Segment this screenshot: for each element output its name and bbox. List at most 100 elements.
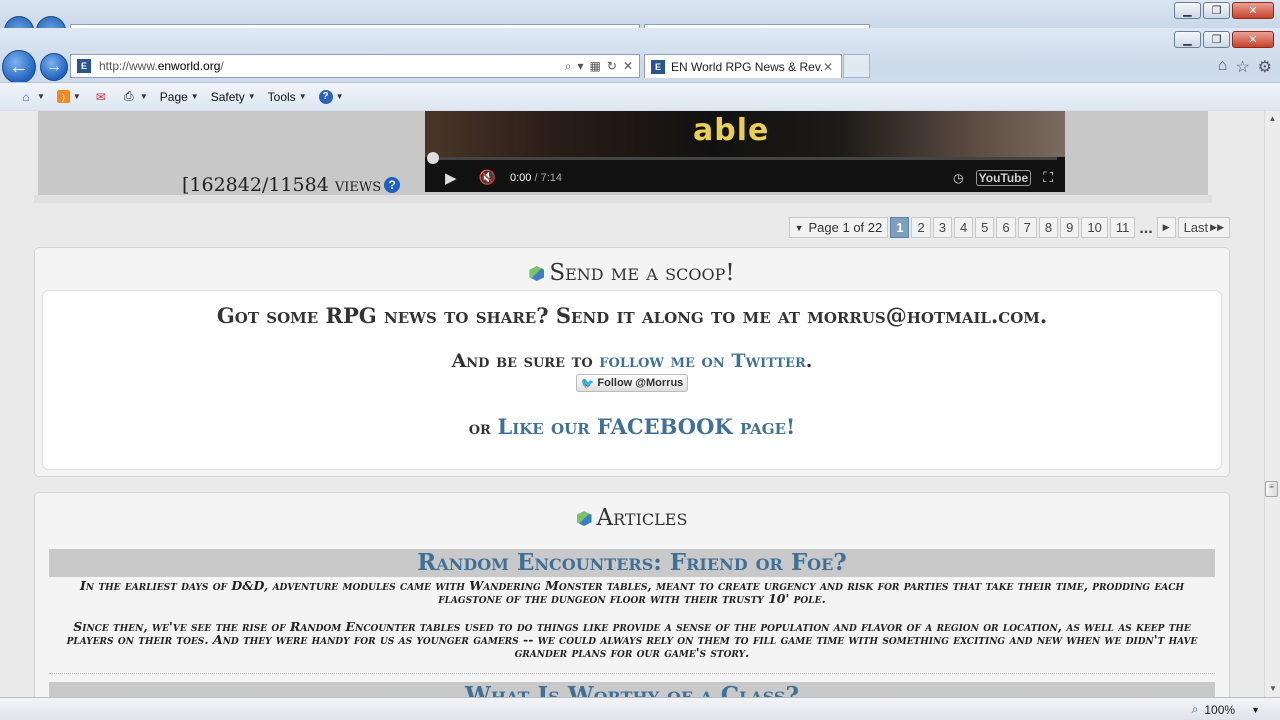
back-button[interactable]: ← bbox=[2, 50, 36, 84]
safety-menu-label: Safety bbox=[210, 89, 245, 104]
play-icon[interactable]: ▶ bbox=[445, 169, 457, 187]
url-domain: enworld.org bbox=[157, 59, 221, 73]
video-panel-shadow bbox=[34, 195, 1212, 203]
chevron-down-icon: ▼ bbox=[298, 92, 307, 101]
page-menu[interactable]: Page ▼ bbox=[160, 90, 199, 104]
article-divider bbox=[49, 673, 1215, 674]
chevron-down-icon: ▼ bbox=[139, 92, 148, 101]
volume-icon[interactable]: 🔇 bbox=[479, 169, 496, 186]
page-link[interactable]: 5 bbox=[975, 217, 995, 238]
page-link[interactable]: 2 bbox=[911, 217, 931, 238]
article-paragraph: Since then, we've see the rise of Random… bbox=[66, 619, 1198, 660]
new-tab-button[interactable] bbox=[843, 54, 870, 78]
page-link[interactable]: 8 bbox=[1038, 217, 1059, 238]
forward-arrow-icon: → bbox=[46, 58, 62, 75]
command-bar: ⌂ ▼ ) ▼ ✉ ⎙ ▼ Page ▼ Safety ▼ Tools ▼ ? ▼ bbox=[0, 82, 1280, 110]
help-icon[interactable]: ? bbox=[384, 177, 401, 193]
twitter-link[interactable]: follow me on Twitter bbox=[599, 350, 806, 372]
stop-icon[interactable]: ✕ bbox=[623, 59, 633, 74]
page-link[interactable]: 11 bbox=[1109, 217, 1136, 238]
background-window-controls: ▁ ❐ ✕ bbox=[1174, 2, 1274, 19]
double-chevron-right-icon: ▶▶ bbox=[1210, 222, 1224, 232]
twitter-line-suffix: . bbox=[805, 350, 813, 372]
facebook-link[interactable]: Like our FACEBOOK page! bbox=[497, 414, 795, 439]
mail-button[interactable]: ✉ bbox=[93, 89, 109, 105]
youtube-logo-icon[interactable]: YouTube bbox=[975, 169, 1032, 186]
refresh-icon[interactable]: ↻ bbox=[607, 59, 617, 74]
page-link[interactable]: 4 bbox=[953, 217, 974, 238]
home-icon[interactable]: ⌂ bbox=[1218, 57, 1228, 77]
last-page-button[interactable]: Last ▶▶ bbox=[1177, 217, 1230, 238]
address-bar[interactable]: E http://www.enworld.org/ ⌕ ▾ ▦ ↻ ✕ bbox=[70, 54, 640, 78]
watch-later-icon[interactable]: ◷ bbox=[953, 171, 963, 185]
scoop-content: Got some RPG news to share? Send it alon… bbox=[42, 290, 1222, 470]
chevron-right-icon: ▶ bbox=[1162, 222, 1170, 232]
scoop-heading: Send me a scoop! bbox=[35, 260, 1229, 290]
last-page-label: Last bbox=[1183, 220, 1209, 235]
next-page-button[interactable]: ▶ bbox=[1156, 217, 1176, 238]
chevron-down-icon: ▼ bbox=[794, 222, 804, 233]
video-progress-bar[interactable] bbox=[433, 157, 1057, 160]
zoom-magnifier-icon: ⌕ bbox=[1191, 702, 1199, 716]
search-icon[interactable]: ⌕ bbox=[565, 59, 572, 74]
twitter-bird-icon: 🐦 bbox=[580, 377, 595, 390]
page-link[interactable]: 1 bbox=[890, 217, 910, 238]
youtube-player[interactable]: able ▶ 🔇 0:00 / 7:14 ◷ YouTube ⛶ bbox=[425, 111, 1065, 192]
minimize-button[interactable]: ▁ bbox=[1174, 31, 1201, 48]
tab-favicon-icon: E bbox=[651, 59, 665, 74]
close-icon[interactable]: ✕ bbox=[1232, 2, 1274, 19]
chevron-down-icon: ▼ bbox=[335, 92, 344, 101]
article-title-link[interactable]: Random Encounters: Friend or Foe? bbox=[49, 549, 1215, 577]
minimize-icon[interactable]: ▁ bbox=[1174, 2, 1201, 19]
page-viewport: [162842/11584 views? able ▶ 🔇 0:00 / 7:1… bbox=[0, 111, 1264, 697]
tab-enworld[interactable]: E EN World RPG News & Rev... ✕ bbox=[644, 54, 842, 78]
close-window-button[interactable]: ✕ bbox=[1232, 31, 1274, 48]
twitter-follow-button[interactable]: 🐦 Follow @Morrus bbox=[575, 374, 689, 392]
page-link[interactable]: 7 bbox=[1017, 217, 1037, 238]
page-jump-dropdown[interactable]: ▼ Page 1 of 22 bbox=[788, 217, 889, 238]
help-menu[interactable]: ? ▼ bbox=[318, 89, 344, 104]
view-count-text: [162842/11584 views bbox=[182, 174, 382, 196]
home-menu-button[interactable]: ⌂ ▼ bbox=[18, 89, 45, 105]
scoop-title: Send me a scoop! bbox=[549, 260, 735, 286]
article-title-link[interactable]: What Is Worthy of a Class? bbox=[49, 682, 1215, 697]
settings-gear-icon[interactable]: ⚙ bbox=[1258, 57, 1272, 77]
back-arrow-icon: ← bbox=[9, 55, 29, 78]
scroll-up-icon[interactable]: ▲ bbox=[1265, 111, 1280, 127]
compatibility-icon[interactable]: ▦ bbox=[590, 59, 601, 74]
scroll-down-icon[interactable]: ▼ bbox=[1265, 681, 1280, 697]
dropdown-icon[interactable]: ▾ bbox=[578, 59, 584, 74]
fullscreen-icon[interactable]: ⛶ bbox=[1043, 169, 1053, 186]
time-current: 0:00 bbox=[509, 171, 532, 184]
articles-heading: Articles bbox=[35, 505, 1229, 535]
time-display: 0:00 / 7:14 bbox=[510, 172, 562, 184]
tab-close-icon[interactable]: ✕ bbox=[823, 60, 839, 74]
browser-toolbar: ▁ ❐ ✕ ← → E http://www.enworld.org/ ⌕ ▾ … bbox=[0, 28, 1280, 110]
chevron-down-icon: ▼ bbox=[1251, 704, 1260, 715]
forward-button[interactable]: → bbox=[40, 53, 68, 81]
url-text[interactable]: http://www.enworld.org/ bbox=[99, 59, 565, 73]
pagination: ▼ Page 1 of 22 1 2 3 4 5 6 7 8 9 10 11 ..… bbox=[788, 217, 1230, 238]
page-link[interactable]: 10 bbox=[1081, 217, 1108, 238]
page-label: Page 1 of 22 bbox=[808, 220, 883, 235]
time-total: / 7:14 bbox=[531, 171, 562, 184]
home-icon: ⌂ bbox=[22, 89, 30, 104]
page-link[interactable]: 9 bbox=[1060, 217, 1080, 238]
page-link[interactable]: 3 bbox=[932, 217, 952, 238]
zoom-control[interactable]: ⌕ 100% ▼ bbox=[1192, 702, 1260, 717]
restore-button[interactable]: ❐ bbox=[1203, 31, 1230, 48]
video-frame: able bbox=[425, 111, 1065, 157]
articles-box: Articles Random Encounters: Friend or Fo… bbox=[34, 492, 1230, 697]
favorites-star-icon[interactable]: ☆ bbox=[1235, 57, 1249, 77]
vertical-scrollbar[interactable]: ▲ ≡ ▼ bbox=[1264, 111, 1280, 697]
scrollbar-thumb[interactable]: ≡ bbox=[1265, 481, 1278, 497]
tools-menu[interactable]: Tools ▼ bbox=[268, 90, 307, 104]
chevron-down-icon: ▼ bbox=[247, 92, 256, 101]
page-link[interactable]: 6 bbox=[996, 217, 1016, 238]
tab-title: EN World RPG News & Rev... bbox=[671, 59, 823, 74]
feeds-button[interactable]: ) ▼ bbox=[56, 90, 81, 103]
safety-menu[interactable]: Safety ▼ bbox=[211, 90, 256, 104]
chevron-down-icon: ▼ bbox=[72, 92, 81, 101]
restore-icon[interactable]: ❐ bbox=[1203, 2, 1230, 19]
print-button[interactable]: ⎙ ▼ bbox=[121, 89, 148, 105]
